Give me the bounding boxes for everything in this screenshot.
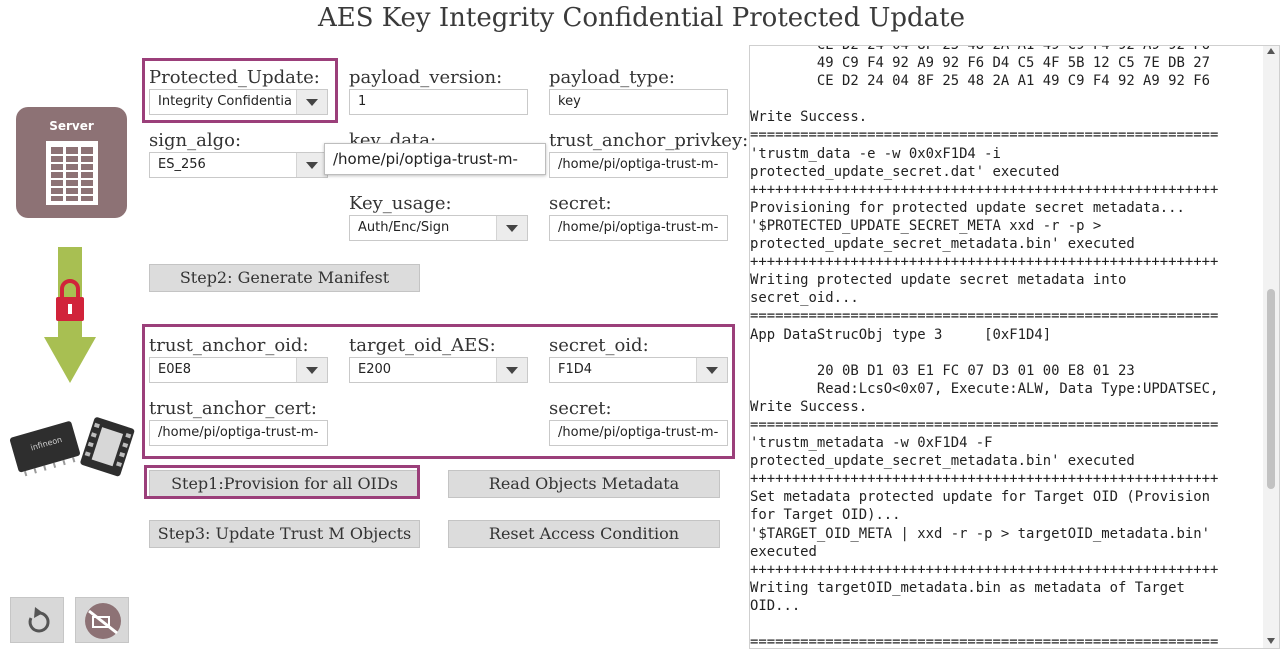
console-line: Set metadata protected update for Target… (750, 489, 1210, 506)
console-line: Writing protected update secret metadata… (750, 272, 1127, 289)
secret-input[interactable]: /home/pi/optiga-trust-m- (549, 215, 728, 241)
chevron-down-icon (496, 216, 527, 240)
key-usage-select[interactable]: Auth/Enc/Sign (349, 215, 528, 241)
sign-algo-select[interactable]: ES_256 (149, 152, 328, 178)
update-trust-m-objects-button[interactable]: Step3: Update Trust M Objects (149, 520, 420, 548)
scroll-down-icon (1267, 638, 1275, 644)
back-button[interactable] (10, 597, 64, 643)
trust-anchor-privkey-label: trust_anchor_privkey: (549, 130, 749, 151)
generate-manifest-button[interactable]: Step2: Generate Manifest (149, 264, 420, 292)
server-icon: Server (16, 107, 127, 218)
console-line: Write Success. (750, 109, 868, 126)
window-title: AES Key Integrity Confidential Protected… (317, 3, 966, 33)
oid-group-highlight (142, 324, 735, 459)
console-line: 'trustm_data -e -w 0x0xF1D4 -i (750, 145, 1001, 162)
protected-update-highlight (142, 58, 338, 123)
exit-button[interactable] (75, 597, 129, 643)
scrollbar-thumb[interactable] (1267, 289, 1275, 489)
console-line: ++++++++++++++++++++++++++++++++++++++++… (750, 254, 1219, 271)
trust-anchor-privkey-input[interactable]: /home/pi/optiga-trust-m- (549, 152, 728, 178)
payload-type-input[interactable]: key (549, 89, 728, 115)
key-data-input[interactable]: /home/pi/optiga-trust-m- (324, 143, 546, 175)
console-line: '$PROTECTED_UPDATE_SECRET_META xxd -r -p… (750, 217, 1102, 234)
console-line: ========================================… (750, 308, 1219, 325)
console-line: protected_update_secret_metadata.bin' ex… (750, 236, 1135, 253)
console-line: ========================================… (750, 127, 1219, 144)
console-output[interactable]: CE D2 24 04 8F 25 48 2A A1 49 C9 F4 92 A… (749, 45, 1280, 649)
console-scrollbar[interactable] (1263, 46, 1279, 648)
console-line: protected_update_secret_metadata.bin' ex… (750, 453, 1135, 470)
chevron-down-icon (296, 153, 327, 177)
chip-icon: infineon (9, 417, 135, 477)
payload-version-label: payload_version: (349, 67, 503, 88)
console-line: 49 C9 F4 92 A9 92 F6 D4 C5 4F 5B 12 C5 7… (750, 55, 1210, 72)
payload-version-input[interactable]: 1 (349, 89, 528, 115)
console-line: Read:LcsO<0x07, Execute:ALW, Data Type:U… (750, 380, 1219, 397)
back-arrow-icon (28, 607, 50, 633)
console-line: ++++++++++++++++++++++++++++++++++++++++… (750, 561, 1219, 578)
payload-type-label: payload_type: (549, 67, 675, 88)
secret-label: secret: (549, 193, 612, 214)
console-line: Write Success. (750, 398, 868, 415)
console-line: OID... (750, 597, 801, 614)
console-line: ++++++++++++++++++++++++++++++++++++++++… (750, 181, 1219, 198)
console-line: 'trustm_metadata -w 0xF1D4 -F (750, 435, 993, 452)
down-arrow-lock-icon (44, 247, 96, 383)
console-line: executed (750, 543, 817, 560)
console-text: CE D2 24 04 8F 25 48 2A A1 49 C9 F4 92 A… (750, 45, 1258, 649)
console-line: Provisioning for protected update secret… (750, 199, 1185, 216)
console-line: Writing targetOID_metadata.bin as metada… (750, 579, 1185, 596)
console-line: CE D2 24 04 8F 25 48 2A A1 49 C9 F4 92 A… (750, 45, 1210, 53)
console-line: App DataStrucObj type 3 [0xF1D4] (750, 326, 1052, 343)
console-line: CE D2 24 04 8F 25 48 2A A1 49 C9 F4 92 A… (750, 73, 1210, 90)
key-usage-label: Key_usage: (349, 193, 452, 214)
exit-icon (85, 603, 121, 639)
console-line: secret_oid... (750, 290, 859, 307)
step1-highlight (144, 465, 420, 499)
console-line: ++++++++++++++++++++++++++++++++++++++++… (750, 471, 1219, 488)
console-line: ========================================… (750, 416, 1219, 433)
read-objects-metadata-button[interactable]: Read Objects Metadata (448, 470, 720, 498)
console-line: for Target OID)... (750, 507, 901, 524)
sign-algo-label: sign_algo: (149, 130, 242, 151)
console-line: ========================================… (750, 634, 1219, 649)
reset-access-condition-button[interactable]: Reset Access Condition (448, 520, 720, 548)
console-line: protected_update_secret.dat' executed (750, 163, 1060, 180)
console-line: 20 0B D1 03 E1 FC 07 D3 01 00 E8 01 23 (750, 362, 1135, 379)
console-line: '$TARGET_OID_META | xxd -r -p > targetOI… (750, 525, 1210, 542)
scroll-up-icon (1267, 48, 1275, 54)
